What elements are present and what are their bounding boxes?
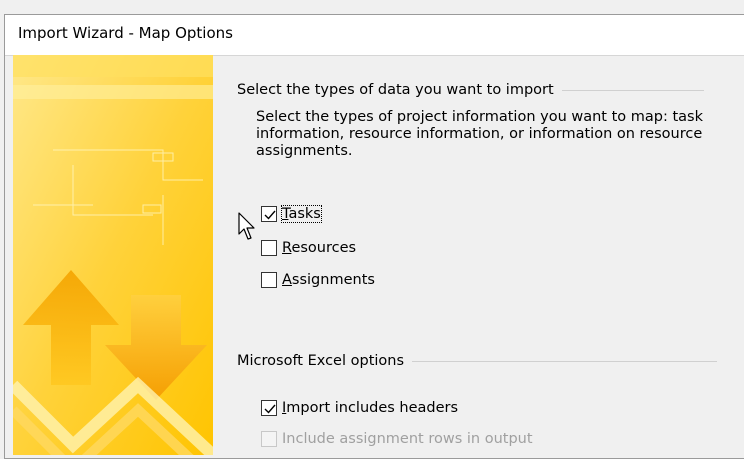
section-divider (561, 89, 704, 91)
include-assignment-rows-checkbox: Include assignment rows in output (261, 431, 533, 447)
include-assignment-rows-label: Include assignment rows in output (282, 431, 533, 447)
excel-options-section-header: Microsoft Excel options (237, 353, 718, 369)
wizard-banner-image (13, 55, 213, 455)
tasks-checkbox-label: Tasks (281, 205, 322, 223)
assignments-checkbox-box[interactable] (261, 272, 277, 288)
tasks-checkbox[interactable]: Tasks (261, 205, 322, 223)
data-types-header-label: Select the types of data you want to imp… (237, 82, 554, 98)
dialog-title: Import Wizard - Map Options (18, 24, 233, 42)
import-includes-headers-label: Import includes headers (282, 400, 459, 416)
import-includes-headers-checkbox[interactable]: Import includes headers (261, 400, 458, 416)
excel-options-header-label: Microsoft Excel options (237, 353, 405, 369)
assignments-checkbox[interactable]: Assignments (261, 272, 375, 288)
import-includes-headers-checkbox-box[interactable] (261, 400, 277, 416)
resources-checkbox[interactable]: Resources (261, 240, 356, 256)
data-types-section-header: Select the types of data you want to imp… (237, 82, 704, 98)
section-divider (412, 360, 718, 362)
assignments-checkbox-label: Assignments (282, 272, 375, 288)
include-assignment-rows-checkbox-box (261, 431, 277, 447)
tasks-checkbox-box[interactable] (261, 206, 277, 222)
resources-checkbox-box[interactable] (261, 240, 277, 256)
data-types-description: Select the types of project information … (256, 109, 703, 159)
resources-checkbox-label: Resources (282, 240, 357, 256)
mouse-pointer-icon (238, 212, 258, 246)
title-bar: Import Wizard - Map Options (5, 15, 744, 56)
